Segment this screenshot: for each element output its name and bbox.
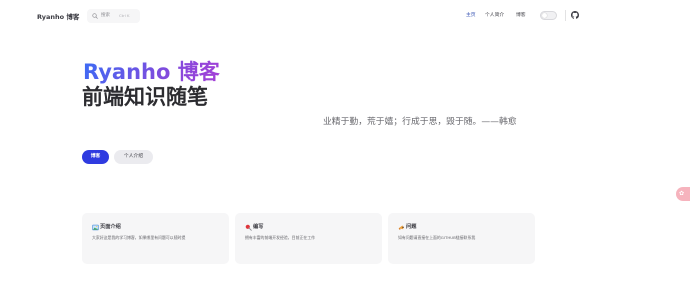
search-icon	[92, 13, 98, 19]
feature-card-intro: 页面介绍 大家好这是我的学习博客，如果哪里有问题可以随时提	[82, 213, 229, 264]
feature-title: 编写	[245, 224, 263, 231]
feature-title-text: 问题	[406, 224, 417, 230]
hero-tagline: 业精于勤，荒于嬉；行成于思，毁于随。——韩愈	[323, 117, 517, 127]
feature-title-text: 编写	[253, 224, 264, 230]
hero-text: 前端知识随笔	[82, 85, 208, 109]
nav-link-blog[interactable]: 博客	[516, 12, 526, 19]
feature-title-text: 页面介绍	[100, 224, 121, 230]
toggle-knob	[542, 13, 547, 18]
blog-button[interactable]: 博客	[82, 150, 109, 164]
feature-details: 如有问题请直接在上面的GITHUB链接联系我	[398, 235, 476, 240]
nav-link-profile[interactable]: 个人简介	[485, 12, 504, 19]
feature-card-questions: 问题 如有问题请直接在上面的GITHUB链接联系我	[388, 213, 535, 264]
speaker-icon	[398, 225, 404, 230]
nav-link-home[interactable]: 主页	[466, 12, 476, 19]
search-shortcut: Ctrl K	[119, 13, 130, 18]
pin-icon	[245, 224, 252, 231]
appearance-toggle[interactable]	[540, 11, 557, 20]
sakura-icon: ✿	[679, 190, 685, 197]
search-button[interactable]: 搜索 Ctrl K	[87, 9, 140, 23]
top-navbar: Ryanho 博客 搜索 Ctrl K 主页 个人简介 博客	[0, 0, 690, 32]
floating-widget-button[interactable]: ✿	[676, 187, 690, 201]
search-label: 搜索	[101, 13, 110, 18]
feature-title: 问题	[398, 224, 416, 231]
github-icon[interactable]	[571, 11, 579, 19]
feature-title: 页面介绍	[92, 224, 121, 231]
nav-divider	[565, 10, 566, 21]
site-title[interactable]: Ryanho 博客	[37, 11, 79, 21]
picture-icon	[92, 224, 99, 231]
about-button[interactable]: 个人介绍	[114, 150, 153, 164]
feature-card-writing: 编写 拥有丰富的前端开发经验，目前正在工作	[235, 213, 382, 264]
hero-name: Ryanho 博客	[83, 60, 220, 84]
feature-details: 拥有丰富的前端开发经验，目前正在工作	[245, 235, 316, 240]
feature-details: 大家好这是我的学习博客，如果哪里有问题可以随时提	[92, 235, 186, 240]
